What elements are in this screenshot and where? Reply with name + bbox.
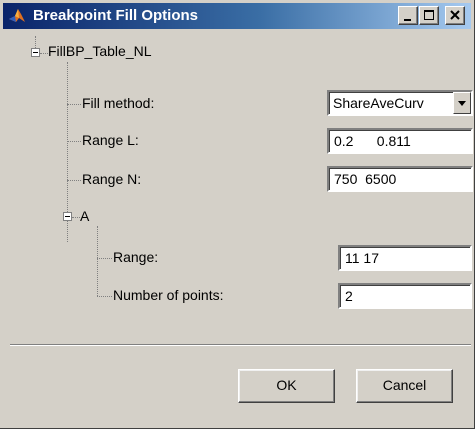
fill-method-label: Fill method:	[82, 95, 155, 111]
range-l-label: Range L:	[82, 132, 139, 148]
chevron-down-icon[interactable]	[453, 92, 471, 114]
tree-connector	[67, 180, 81, 181]
range-l-input[interactable]: 0.2 0.811	[327, 128, 473, 154]
tree-node-a-label[interactable]: A	[80, 208, 89, 224]
maximize-button[interactable]	[419, 6, 439, 25]
tree-connector	[40, 53, 48, 54]
tree-root-label[interactable]: FillBP_Table_NL	[48, 43, 152, 59]
close-button[interactable]	[445, 6, 465, 25]
num-points-label: Number of points:	[113, 287, 224, 303]
tree-connector	[35, 36, 36, 48]
range-n-label: Range N:	[82, 171, 142, 187]
range-n-input[interactable]: 750 6500	[327, 166, 473, 192]
ok-button[interactable]: OK	[238, 369, 335, 403]
dialog-window: Breakpoint Fill Options FillBP_Table_NL …	[0, 0, 475, 429]
tree-connector	[97, 258, 112, 259]
minimize-button[interactable]	[398, 6, 418, 25]
tree-connector	[97, 296, 112, 297]
tree-connector	[72, 217, 80, 218]
collapse-a-icon[interactable]	[63, 212, 72, 221]
a-range-label: Range:	[113, 249, 159, 265]
cancel-button[interactable]: Cancel	[356, 369, 453, 403]
fill-method-select[interactable]: ShareAveCurv	[327, 90, 473, 116]
fill-method-value: ShareAveCurv	[333, 95, 424, 111]
tree-connector	[67, 141, 81, 142]
matlab-logo-icon	[9, 9, 25, 22]
a-range-input[interactable]: 11 17	[338, 245, 472, 271]
separator	[10, 344, 471, 346]
tree-connector	[97, 226, 98, 296]
collapse-root-icon[interactable]	[31, 48, 40, 57]
window-title: Breakpoint Fill Options	[33, 7, 199, 24]
minimize-icon	[404, 19, 411, 21]
close-icon	[450, 10, 460, 20]
maximize-icon	[424, 10, 434, 20]
title-bar[interactable]: Breakpoint Fill Options	[3, 3, 471, 29]
tree-connector	[67, 104, 81, 105]
num-points-input[interactable]: 2	[338, 283, 472, 309]
